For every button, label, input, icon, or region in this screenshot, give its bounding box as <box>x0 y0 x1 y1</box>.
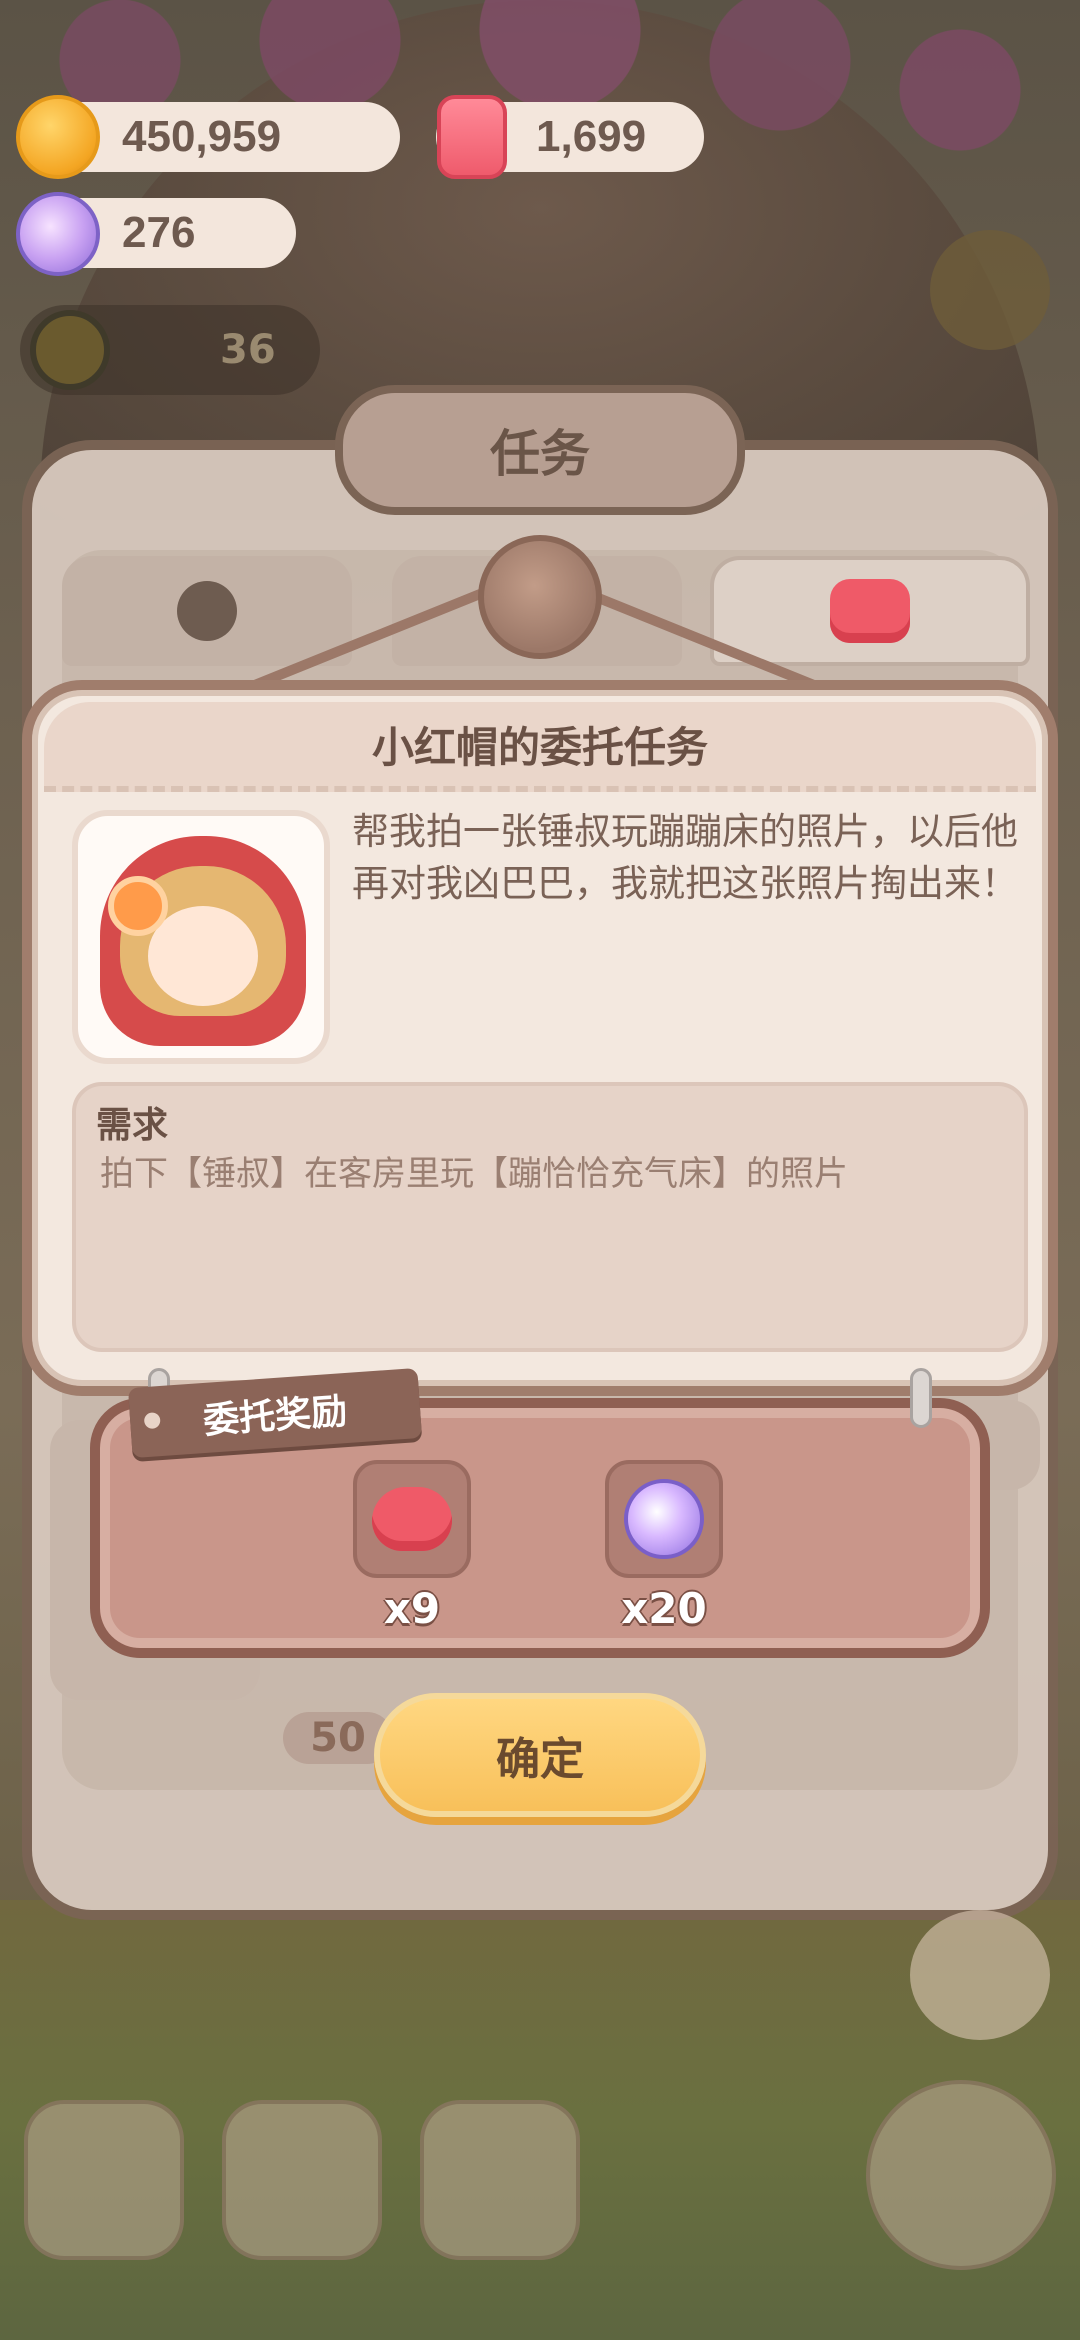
nav-home-button[interactable] <box>24 2100 184 2260</box>
reward-item-candy[interactable] <box>605 1460 723 1578</box>
requirement-title: 需求 <box>96 1105 169 1146</box>
candle-count: 1,699 <box>536 112 647 161</box>
flower-icon <box>108 876 168 936</box>
tab-request[interactable] <box>710 556 1030 666</box>
candle-icon <box>430 95 514 179</box>
dialog-description: 帮我拍一张锤叔玩蹦蹦床的照片，以后他再对我凶巴巴，我就把这张照片掏出来！ <box>352 810 1018 905</box>
reward-count-candy: x20 <box>621 1584 707 1633</box>
reward-label: 委托奖励 <box>201 1391 349 1442</box>
nav-explore-button[interactable] <box>420 2100 580 2260</box>
cookie-count: 450,959 <box>122 112 282 161</box>
tab-achievement[interactable] <box>62 556 352 666</box>
level-indicator: 36 <box>20 305 320 395</box>
pin-right <box>910 1368 932 1428</box>
confirm-label: 确定 <box>496 1734 584 1785</box>
heart-bag-icon <box>830 579 910 643</box>
sun-icon <box>30 310 110 390</box>
candy-icon <box>16 192 100 276</box>
nav-stage-button[interactable] <box>866 2080 1056 2270</box>
dialog-title-text: 小红帽的委托任务 <box>371 722 708 772</box>
level-value: 36 <box>220 327 276 373</box>
hanger-knob <box>478 535 602 659</box>
requirement-text: 拍下【锤叔】在客房里玩【蹦恰恰充气床】的照片 <box>100 1154 848 1194</box>
cookie-icon <box>16 95 130 223</box>
task-panel-title-text: 任务 <box>490 425 590 483</box>
task-panel-title: 任务 <box>335 385 745 515</box>
reward-count-heart: x9 <box>383 1584 441 1633</box>
dialog-title: 小红帽的委托任务 <box>44 702 1036 792</box>
background-counter-value: 50 <box>310 1715 366 1761</box>
requirement-box: 需求 拍下【锤叔】在客房里玩【蹦恰恰充气床】的照片 <box>72 1082 1028 1352</box>
red-riding-hood-avatar <box>72 810 330 1064</box>
request-dialog: 小红帽的委托任务 帮我拍一张锤叔玩蹦蹦床的照片，以后他再对我凶巴巴，我就把这张照… <box>22 680 1058 1396</box>
character-bubble[interactable] <box>910 1910 1050 2040</box>
heart-icon <box>372 1487 452 1551</box>
reward-item-heart[interactable] <box>353 1460 471 1578</box>
nav-diary-button[interactable] <box>222 2100 382 2260</box>
gear-icon <box>930 230 1050 350</box>
confirm-button[interactable]: 确定 <box>374 1693 706 1817</box>
candy-icon <box>624 1479 704 1559</box>
candy-count: 276 <box>122 208 196 257</box>
badge-icon <box>177 581 237 641</box>
